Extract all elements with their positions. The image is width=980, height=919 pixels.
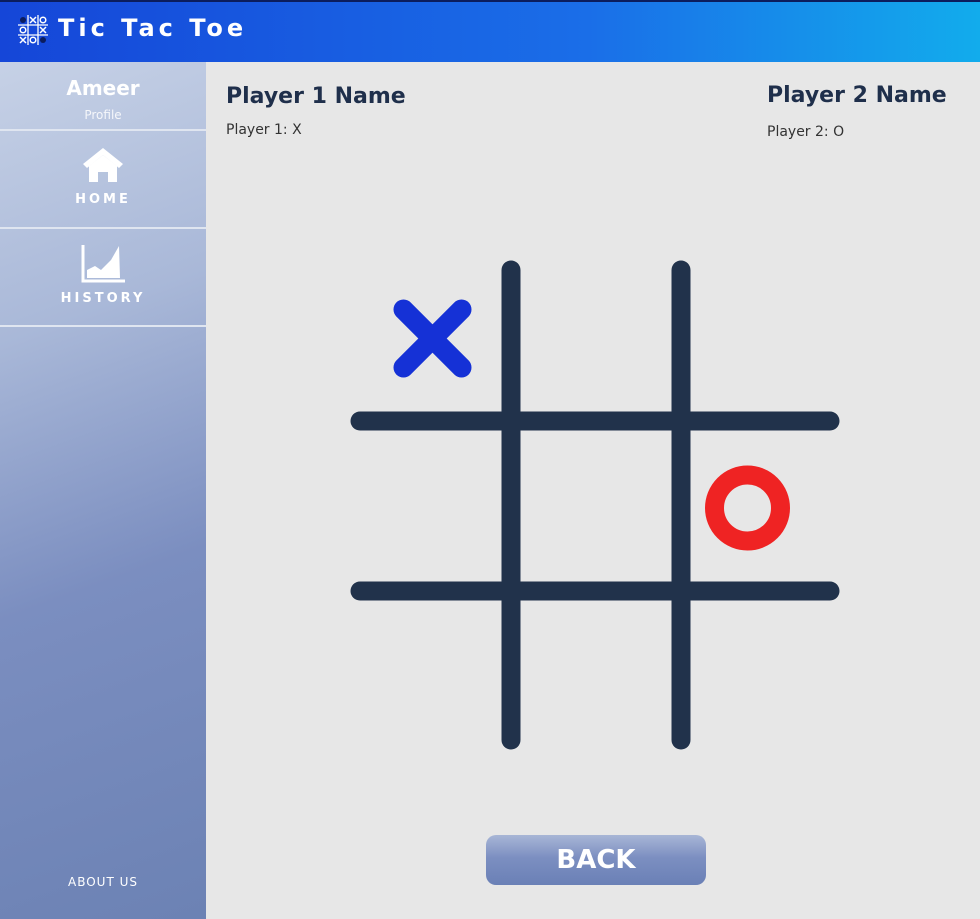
username: Ameer bbox=[66, 76, 140, 100]
about-us-link[interactable]: ABOUT US bbox=[0, 875, 206, 889]
x-mark bbox=[393, 299, 472, 378]
game-board bbox=[340, 250, 850, 760]
board-cell[interactable] bbox=[511, 591, 681, 740]
profile-section[interactable]: Ameer Profile bbox=[0, 62, 206, 131]
player-1-name: Player 1 Name bbox=[226, 84, 406, 109]
sidebar-item-label: HISTORY bbox=[60, 291, 146, 306]
board-cell[interactable] bbox=[511, 270, 681, 421]
board-cell[interactable] bbox=[681, 270, 830, 421]
tic-tac-toe-grid-icon bbox=[18, 15, 48, 45]
back-button[interactable]: BACK bbox=[486, 835, 706, 885]
chart-icon bbox=[81, 245, 125, 283]
profile-label[interactable]: Profile bbox=[0, 108, 206, 122]
board-cell[interactable] bbox=[681, 591, 830, 740]
sidebar: Ameer Profile HOME HISTORY ABOUT US bbox=[0, 62, 206, 919]
board-cell[interactable] bbox=[360, 421, 511, 591]
sidebar-item-home[interactable]: HOME bbox=[0, 131, 206, 229]
o-mark bbox=[705, 465, 790, 551]
sidebar-item-history[interactable]: HISTORY bbox=[0, 229, 206, 327]
player-2-mark: Player 2: O bbox=[767, 124, 845, 140]
sidebar-item-label: HOME bbox=[75, 192, 131, 207]
app-header: Tic Tac Toe bbox=[0, 0, 980, 62]
player-1-mark: Player 1: X bbox=[226, 122, 302, 138]
app-title: Tic Tac Toe bbox=[58, 14, 248, 42]
board-cell[interactable] bbox=[360, 591, 511, 740]
board-cell[interactable] bbox=[511, 421, 681, 591]
home-icon bbox=[83, 148, 123, 182]
player-2-name: Player 2 Name bbox=[767, 83, 947, 108]
board-cell[interactable] bbox=[681, 421, 830, 591]
board-cell[interactable] bbox=[360, 270, 511, 421]
